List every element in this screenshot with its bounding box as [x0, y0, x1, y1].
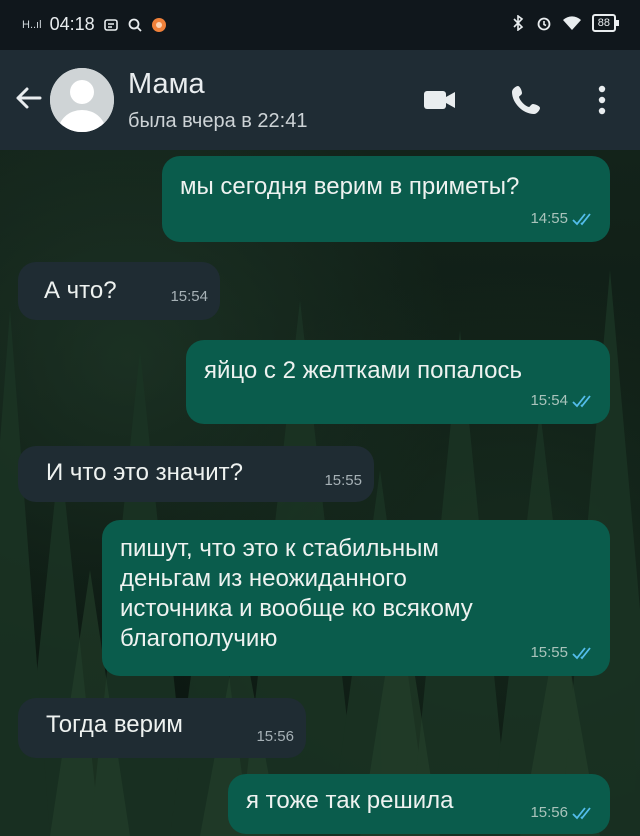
video-call-icon[interactable]: [420, 80, 460, 120]
avatar[interactable]: [50, 68, 114, 132]
more-options-icon[interactable]: [582, 80, 622, 120]
message-text: яйцо с 2 желтками попалось: [204, 357, 522, 384]
message-time: 14:55: [530, 210, 568, 227]
message-time: 15:54: [530, 392, 568, 409]
status-time: 04:18: [49, 14, 95, 34]
network-indicator: H..ıl: [22, 18, 42, 31]
message-text: пишут, что это к стабильным деньгам из н…: [120, 534, 473, 654]
message-outgoing[interactable]: мы сегодня верим в приметы? 14:55: [162, 156, 610, 242]
message-time: 15:55: [530, 644, 568, 661]
status-right: 88: [510, 14, 620, 32]
message-incoming[interactable]: А что? 15:54: [18, 262, 220, 320]
message-line: деньгам из неожиданного: [120, 565, 407, 592]
message-time: 15:54: [170, 288, 208, 305]
message-time: 15:56: [256, 728, 294, 745]
alarm-icon: [537, 17, 551, 31]
message-meta: 15:55: [324, 466, 362, 496]
message-meta: 15:55: [530, 638, 596, 668]
message-meta: 15:56: [256, 722, 294, 752]
bluetooth-icon: [513, 15, 523, 31]
search-icon: [128, 18, 142, 32]
double-check-icon: [572, 213, 591, 226]
message-text: И что это значит?: [46, 459, 243, 486]
message-line: пишут, что это к стабильным: [120, 535, 439, 562]
contact-name[interactable]: Мама: [128, 68, 205, 101]
message-time: 15:56: [530, 804, 568, 821]
message-meta: 15:54: [170, 282, 208, 312]
message-outgoing[interactable]: я тоже так решила 15:56: [228, 774, 610, 834]
message-meta: 15:54: [530, 386, 596, 416]
voice-call-icon[interactable]: [506, 80, 546, 120]
app-badge-icon: [151, 17, 166, 32]
double-check-icon: [572, 807, 591, 820]
message-text: Тогда верим: [46, 711, 183, 738]
battery-icon: 88: [591, 14, 620, 32]
message-meta: 15:56: [530, 798, 596, 828]
double-check-icon: [572, 395, 591, 408]
message-outgoing[interactable]: пишут, что это к стабильным деньгам из н…: [102, 520, 610, 676]
chat-area[interactable]: мы сегодня верим в приметы? 14:55 А что?…: [0, 150, 640, 836]
message-time: 15:55: [324, 472, 362, 489]
message-text: мы сегодня верим в приметы?: [180, 173, 520, 200]
chat-header: Мама была вчера в 22:41: [0, 50, 640, 150]
message-text: А что?: [44, 277, 117, 304]
message-line: источника и вообще ко всякому: [120, 595, 473, 622]
back-arrow-icon[interactable]: [10, 78, 46, 118]
message-outgoing[interactable]: яйцо с 2 желтками попалось 15:54: [186, 340, 610, 424]
message-incoming[interactable]: Тогда верим 15:56: [18, 698, 306, 758]
status-left: H..ıl 04:18: [22, 14, 167, 35]
message-incoming[interactable]: И что это значит? 15:55: [18, 446, 374, 502]
status-bar: H..ıl 04:18 88: [0, 0, 640, 50]
message-line: благополучию: [120, 625, 278, 652]
avatar-placeholder-icon: [50, 68, 114, 132]
notification-icon: [103, 18, 118, 31]
last-seen: была вчера в 22:41: [128, 110, 308, 132]
message-meta: 14:55: [530, 204, 596, 234]
wifi-icon: [562, 16, 581, 30]
message-text: я тоже так решила: [246, 787, 454, 814]
double-check-icon: [572, 647, 591, 660]
